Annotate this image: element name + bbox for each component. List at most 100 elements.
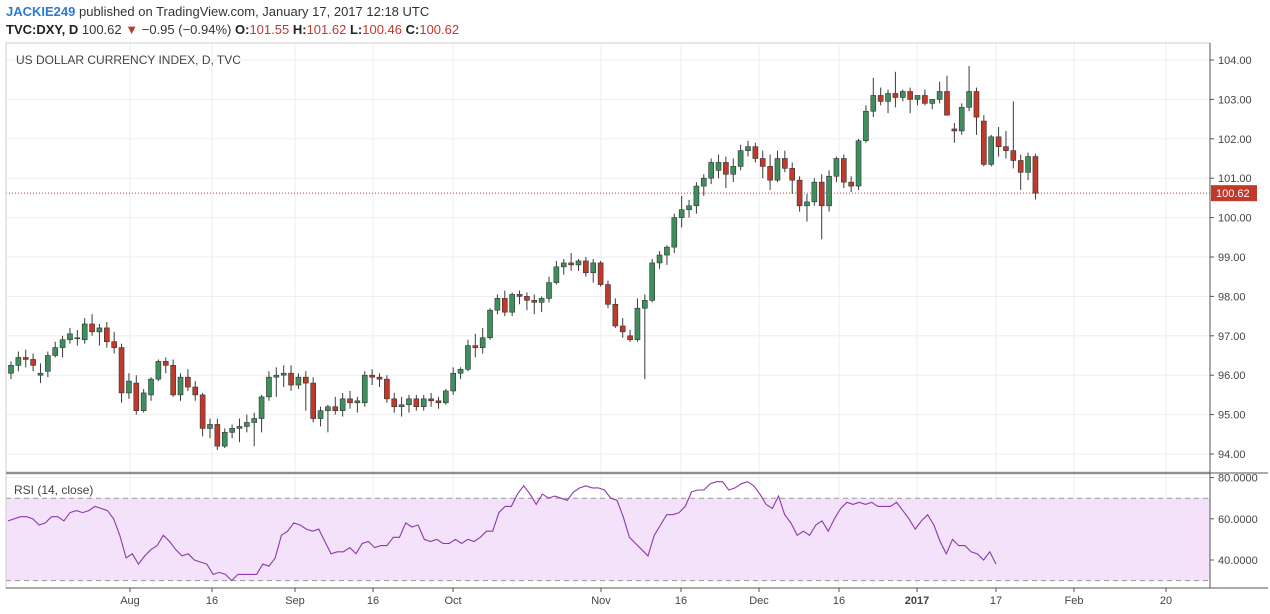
candle — [789, 162, 796, 194]
candle-body — [288, 372, 294, 386]
candle-body — [730, 166, 737, 175]
candle-body — [752, 146, 759, 159]
candle — [339, 392, 346, 417]
rsi-axis[interactable]: 40.0000 60.0000 80.0000 — [1210, 473, 1258, 567]
candle-body — [207, 424, 213, 429]
candle-body — [221, 432, 228, 447]
candle-body — [885, 93, 891, 102]
candle-body — [251, 418, 258, 423]
candle-body — [487, 309, 493, 339]
candle-body — [597, 262, 604, 285]
time-tick-label: Aug — [120, 595, 140, 607]
candle — [428, 392, 434, 407]
candle-body — [745, 146, 751, 151]
candle — [642, 294, 648, 380]
candle-body — [619, 325, 626, 333]
candle — [413, 394, 420, 411]
candle-body — [273, 374, 280, 378]
candle-body — [723, 162, 729, 175]
candle — [487, 308, 493, 340]
candle-body — [501, 298, 508, 313]
price-tick-label: 95.00 — [1218, 410, 1246, 422]
candle — [841, 154, 847, 189]
candle-body — [877, 95, 884, 102]
time-tick-label: Dec — [749, 595, 769, 607]
candle — [981, 115, 987, 167]
candle — [214, 418, 221, 451]
candle-body — [96, 327, 103, 333]
candle — [280, 365, 287, 388]
candle-body — [67, 333, 73, 341]
candle — [885, 89, 891, 114]
candle-body — [664, 246, 670, 256]
candle — [221, 428, 228, 449]
candle-body — [804, 201, 810, 207]
candle — [634, 298, 641, 342]
candle — [59, 335, 66, 358]
candle-body — [612, 303, 619, 327]
candle — [391, 392, 398, 413]
candle-body — [118, 347, 125, 394]
candle-body — [89, 323, 95, 333]
candle-body — [111, 341, 117, 348]
candle-body — [907, 91, 913, 100]
price-tick-label: 97.00 — [1218, 331, 1246, 343]
candle — [855, 138, 862, 191]
candle-body — [266, 376, 272, 398]
candle-body — [317, 410, 324, 419]
candle-body — [818, 181, 825, 207]
time-tick-label: 17 — [990, 595, 1002, 607]
candle-body — [479, 337, 486, 348]
candle — [892, 71, 899, 108]
candle-body — [494, 298, 501, 311]
candle — [170, 359, 176, 397]
candle-body — [583, 260, 589, 274]
candle — [155, 359, 162, 382]
candle-body — [981, 120, 987, 165]
candle — [302, 371, 309, 411]
time-tick-label: 20 — [1160, 595, 1172, 607]
candle-body — [302, 376, 309, 384]
price-axis[interactable]: 94.00 95.00 96.00 97.00 98.00 99.00 100.00 101.… — [1210, 55, 1252, 461]
candle-body — [428, 398, 434, 402]
candle — [708, 158, 714, 185]
candle-body — [192, 386, 199, 396]
time-axis[interactable]: Aug 16 Sep 16 Oct Nov 16 Dec 16 2017 17 Feb 20 — [120, 588, 1172, 607]
candle — [229, 424, 235, 439]
candle — [361, 371, 368, 407]
candle-body — [995, 136, 1002, 147]
candle-body — [951, 128, 958, 132]
candle-body — [236, 426, 243, 429]
candle-body — [715, 162, 722, 171]
candle-layer — [8, 65, 1039, 451]
candle-body — [848, 181, 854, 187]
candle-body — [560, 262, 567, 268]
rsi-tick-label: 40.0000 — [1218, 555, 1258, 567]
chart-canvas[interactable]: 94.00 95.00 96.00 97.00 98.00 99.00 100.00 101.… — [0, 0, 1270, 614]
candle-body — [899, 91, 906, 98]
candle — [111, 331, 117, 354]
candle-body — [782, 158, 788, 169]
candle-body — [74, 337, 81, 340]
chart-title: US DOLLAR CURRENCY INDEX, D, TVC — [16, 53, 241, 67]
time-tick-label: 16 — [833, 595, 845, 607]
price-tick-label: 103.00 — [1218, 94, 1252, 106]
time-tick-label: 2017 — [905, 595, 929, 607]
candle-body — [465, 345, 471, 370]
candle-body — [841, 158, 847, 183]
candle-body — [671, 217, 678, 248]
candle — [811, 178, 818, 206]
last-price-tag: 100.62 — [1211, 185, 1257, 202]
candle-body — [133, 382, 140, 411]
candle — [568, 253, 574, 271]
candle-body — [649, 262, 655, 301]
candle — [96, 323, 103, 346]
candle-body — [244, 422, 250, 427]
candle — [332, 396, 339, 415]
candle-body — [369, 374, 375, 378]
candle — [185, 369, 191, 391]
candle-body — [524, 296, 530, 301]
candle — [560, 258, 567, 275]
candle — [627, 329, 633, 342]
candle — [752, 142, 759, 163]
